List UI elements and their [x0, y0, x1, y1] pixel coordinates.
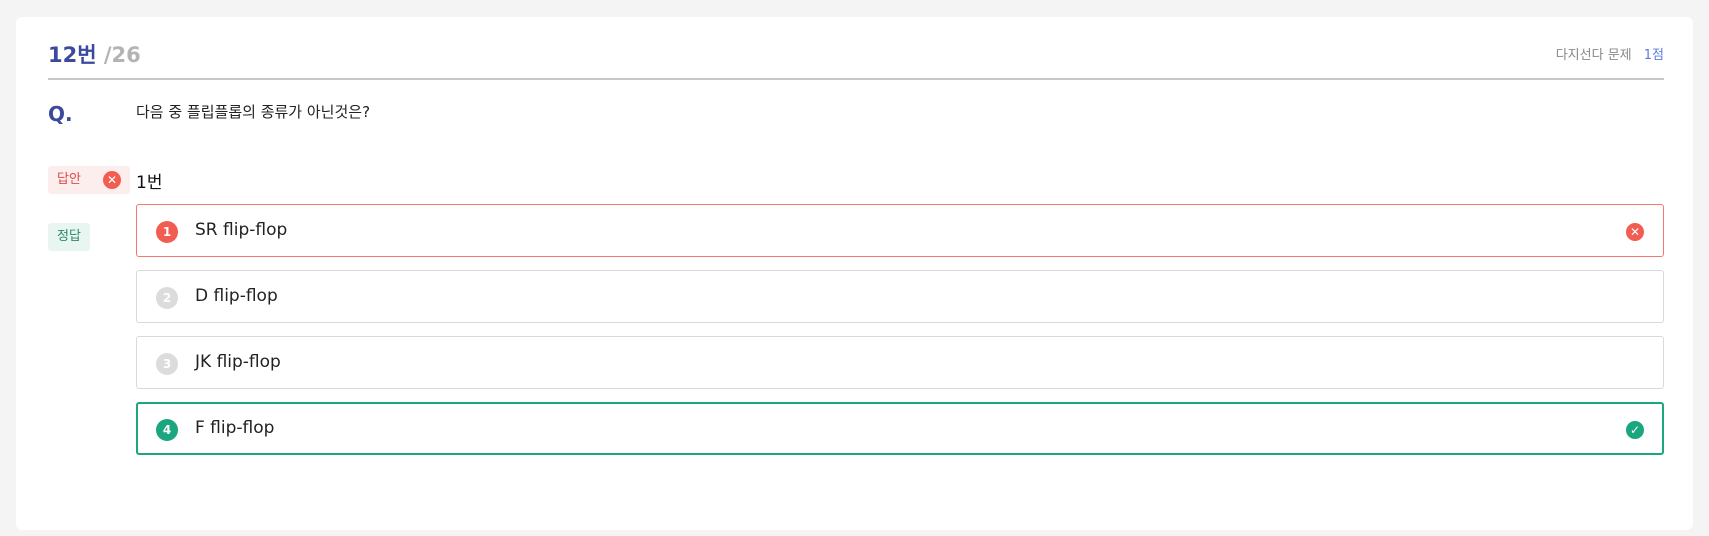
question-label: Q.	[48, 102, 73, 126]
option-3[interactable]: 3 JK flip-flop	[136, 336, 1664, 389]
option-label: JK flip-flop	[195, 352, 281, 372]
check-circle-icon: ✓	[1626, 421, 1644, 439]
option-label: SR flip-flop	[195, 220, 288, 240]
question-type: 다지선다 문제	[1555, 48, 1632, 63]
option-number-badge: 4	[156, 419, 178, 441]
answer-tag-label: 답안	[57, 172, 81, 187]
question-points: 1점	[1643, 48, 1664, 63]
x-circle-icon: ✕	[1626, 223, 1644, 241]
option-2[interactable]: 2 D flip-flop	[136, 270, 1664, 323]
submitted-answer: 1번	[136, 173, 163, 193]
incorrect-icon: ✕	[103, 171, 121, 189]
option-1[interactable]: 1 SR flip-flop ✕	[136, 204, 1664, 257]
option-number-badge: 1	[156, 221, 178, 243]
question-index: 12번	[48, 43, 97, 67]
question-number: 12번 /26	[48, 39, 141, 69]
correct-tag-label: 정답	[57, 229, 81, 244]
question-meta: 다지선다 문제 1점	[1556, 44, 1664, 63]
question-text: 다음 중 플립플롭의 종류가 아닌것은?	[136, 103, 371, 121]
option-number-badge: 2	[156, 287, 178, 309]
answer-tag: 답안 ✕	[48, 166, 130, 194]
correct-tag: 정답	[48, 223, 90, 251]
option-label: D flip-flop	[195, 286, 278, 306]
option-number-badge: 3	[156, 353, 178, 375]
question-total: /26	[103, 43, 141, 67]
option-label: F flip-flop	[195, 418, 275, 438]
question-header: 12번 /26 다지선다 문제 1점	[48, 35, 1664, 80]
option-4[interactable]: 4 F flip-flop ✓	[136, 402, 1664, 455]
